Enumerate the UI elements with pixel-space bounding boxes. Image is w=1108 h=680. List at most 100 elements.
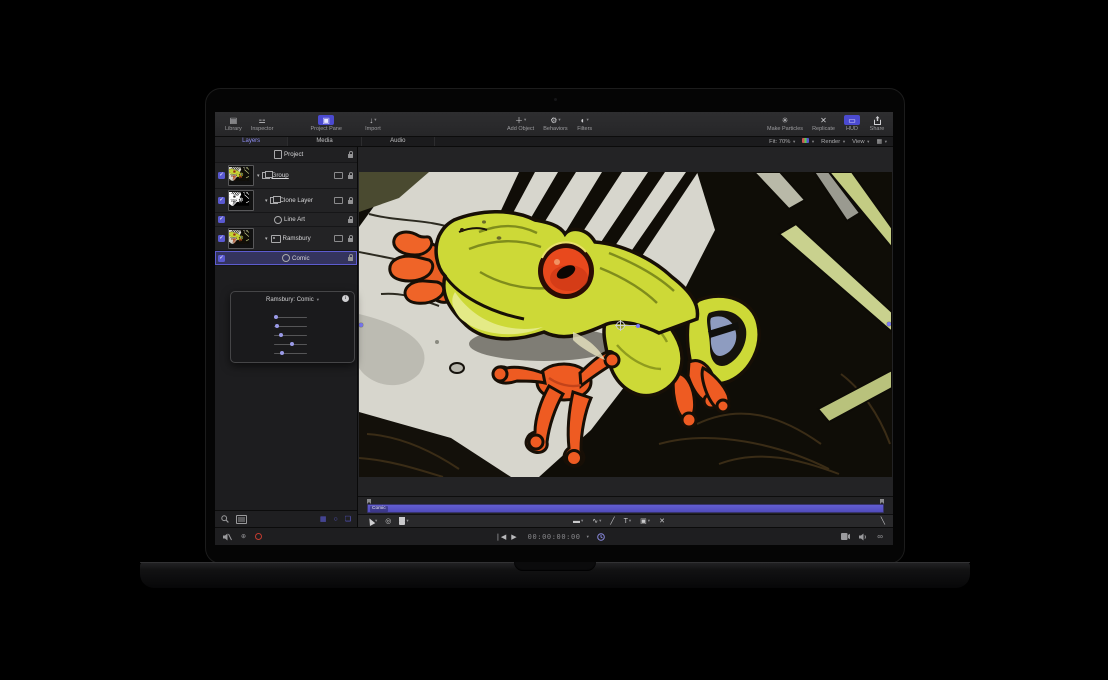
layer-row-ramsbury[interactable]: ✓▾Ramsbury — [215, 227, 357, 251]
layer-name: Group — [272, 172, 289, 179]
layer-row-group[interactable]: ✓ ▾ Group — [215, 163, 357, 189]
tab-layers[interactable]: Layers — [215, 137, 288, 146]
keyframe-pen-icon[interactable]: ╲ — [881, 517, 885, 525]
canvas-column: Comic ▾ ◎ ▾ ▬▾ ∿▾ ╱ T▾ ▣▾ ✕ — [358, 147, 893, 527]
image-mask-tool[interactable]: ▣▾ — [640, 517, 650, 525]
lock-icon[interactable] — [348, 219, 353, 223]
hud-slider-track[interactable] — [274, 353, 307, 355]
bezier-tool[interactable]: ∿▾ — [592, 517, 601, 525]
layer-row-project[interactable]: Project — [215, 147, 357, 163]
hud-slider-thumb[interactable] — [275, 324, 279, 328]
share-button[interactable]: Share — [869, 112, 885, 132]
clone-type-icon — [270, 197, 278, 204]
hud-panel[interactable]: Ramsbury: Comic ▾ i — [230, 291, 355, 363]
add-object-icon: ＋▾ — [513, 115, 529, 125]
timecode-display[interactable]: 00:00:00:00 — [528, 533, 581, 541]
disclosure-triangle[interactable]: ▾ — [257, 173, 260, 179]
canvas[interactable] — [358, 147, 893, 496]
timeline-clip-comic[interactable]: Comic — [367, 504, 884, 513]
layer-row-line-art[interactable]: ✓ Line Art — [215, 213, 357, 227]
play-button[interactable]: ▶ — [511, 533, 516, 541]
previous-frame-button[interactable]: ❘◀ — [495, 533, 506, 541]
hud-slider-thumb[interactable] — [274, 315, 278, 319]
hud-button[interactable]: ▭ HUD — [844, 112, 860, 132]
show-circle-icon[interactable]: ○ — [333, 516, 337, 523]
hud-info-icon[interactable]: i — [342, 295, 349, 302]
channels-icon — [802, 138, 809, 143]
text-tool[interactable]: T▾ — [624, 518, 632, 525]
hud-slider-track[interactable] — [274, 326, 307, 328]
lock-icon[interactable] — [348, 154, 353, 158]
record-button[interactable] — [255, 533, 262, 540]
audio-icon[interactable] — [859, 533, 868, 541]
rectangle-tool[interactable]: ▬▾ — [573, 518, 583, 525]
make-particles-button[interactable]: ✳ Make Particles — [767, 112, 803, 132]
search-icon[interactable] — [221, 515, 229, 523]
filters-button[interactable]: ◐▾ Filters — [577, 112, 593, 132]
layer-checkbox[interactable]: ✓ — [218, 172, 225, 179]
mini-timeline[interactable]: Comic — [358, 504, 893, 514]
lock-icon[interactable] — [348, 257, 353, 261]
layer-checkbox[interactable]: ✓ — [218, 255, 225, 262]
camera-preview-icon[interactable] — [841, 533, 850, 540]
canvas-view-options: Fit: 70% ▾ ▾ Render ▾ View ▾ ▦ ▾ — [769, 137, 887, 146]
hud-title-caret[interactable]: ▾ — [317, 297, 319, 303]
lock-icon[interactable] — [348, 175, 353, 179]
tab-audio[interactable]: Audio — [362, 137, 435, 146]
layer-row-clone-layer[interactable]: ✓▾Clone Layer — [215, 189, 357, 213]
fit-zoom-menu[interactable]: Fit: 70% ▾ — [769, 139, 795, 145]
layer-checkbox[interactable]: ✓ — [218, 235, 225, 242]
hud-slider-thumb[interactable] — [280, 351, 284, 355]
project-pane-button[interactable]: ▣ Project Pane — [310, 112, 342, 132]
selection-handle-right[interactable] — [887, 322, 891, 326]
replicate-icon: ✕ — [816, 115, 832, 125]
lock-icon[interactable] — [348, 238, 353, 242]
filmstrip-icon[interactable] — [236, 515, 247, 524]
canvas-toolbar: ▾ ◎ ▾ ▬▾ ∿▾ ╱ T▾ ▣▾ ✕ ╲ — [358, 514, 893, 527]
hand-icon — [399, 520, 405, 525]
import-button[interactable]: ↓▾ Import — [365, 112, 381, 132]
layout-menu[interactable]: ▦ ▾ — [876, 138, 887, 145]
hud-slider-track[interactable] — [274, 344, 307, 346]
selection-handle-left[interactable] — [359, 323, 363, 327]
clock-icon[interactable] — [597, 533, 605, 541]
layer-checkbox[interactable]: ✓ — [218, 216, 225, 223]
lock-icon[interactable] — [348, 200, 353, 204]
hud-slider-thumb[interactable] — [279, 333, 283, 337]
disclosure-triangle[interactable]: ▾ — [265, 236, 268, 242]
hud-slider-track[interactable] — [274, 335, 307, 337]
replicate-button[interactable]: ✕ Replicate — [812, 112, 835, 132]
hud-slider-track[interactable] — [274, 317, 307, 319]
library-button[interactable]: ▤ Library — [225, 112, 242, 132]
tab-media[interactable]: Media — [288, 137, 361, 146]
mute-audio-icon[interactable] — [223, 533, 232, 541]
loop-playback-icon[interactable]: ∞ — [877, 532, 883, 541]
inspector-icon: ⚍ — [254, 115, 270, 125]
cursor-icon — [367, 517, 376, 526]
show-layers-icon[interactable]: ▦ — [320, 515, 327, 523]
anchor-point-control[interactable] — [616, 321, 640, 330]
layer-row-comic[interactable]: ✓Comic — [215, 251, 357, 266]
layer-name: Line Art — [284, 216, 305, 223]
line-tool[interactable]: ╱ — [610, 517, 614, 525]
timecode-menu-caret[interactable]: ▾ — [587, 534, 589, 540]
pan-tool[interactable]: ▾ — [399, 517, 408, 525]
behaviors-button[interactable]: ⚙▾ Behaviors — [543, 112, 567, 132]
cut-tool[interactable]: ✕ — [659, 517, 665, 525]
inspector-button[interactable]: ⚍ Inspector — [251, 112, 274, 132]
layer-checkbox[interactable]: ✓ — [218, 197, 225, 204]
show-stack-icon[interactable]: ❏ — [345, 515, 351, 523]
disclosure-triangle[interactable]: ▾ — [265, 198, 268, 204]
render-menu[interactable]: Render ▾ — [821, 139, 845, 145]
motion-tracker-icon[interactable]: ⊕ — [241, 533, 246, 540]
add-object-button[interactable]: ＋▾ Add Object — [507, 112, 534, 132]
select-transform-tool[interactable]: ▾ — [368, 518, 377, 525]
anchor-handle-dot[interactable] — [636, 324, 640, 328]
adjust-item-tool[interactable]: ◎ — [385, 517, 391, 525]
view-menu[interactable]: View ▾ — [852, 139, 869, 145]
project-type-icon — [274, 150, 282, 159]
channels-menu[interactable]: ▾ — [802, 138, 814, 145]
timeline-ruler[interactable] — [358, 496, 893, 504]
project-pane-icon: ▣ — [318, 115, 334, 125]
hud-slider-thumb[interactable] — [290, 342, 294, 346]
